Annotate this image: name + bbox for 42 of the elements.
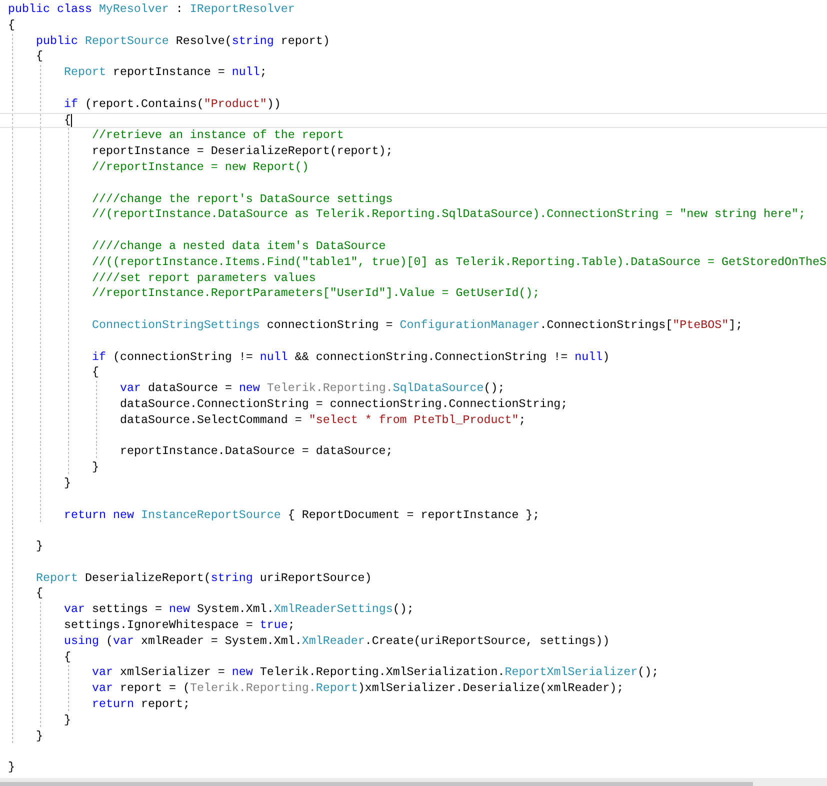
code-line: var dataSource = new Telerik.Reporting.SqlDataSource(); <box>120 381 505 397</box>
horizontal-scrollbar[interactable] <box>0 778 827 786</box>
code-line: var report = (Telerik.Reporting.Report)xmlSerializer.Deserialize(xmlReader); <box>92 681 624 698</box>
code-line: var xmlSerializer = new Telerik.Reporting.XmlSerialization.ReportXmlSerializer(); <box>92 665 659 682</box>
code-line: dataSource.SelectCommand = "select * from PteTbl_Product"; <box>120 412 526 429</box>
code-line: { <box>8 18 15 34</box>
code-comment: ////change the report's DataSource settings <box>92 192 393 208</box>
code-line: dataSource.ConnectionString = connectionString.ConnectionString; <box>120 396 568 413</box>
code-line: } <box>36 539 43 555</box>
code-line: { <box>92 365 99 382</box>
code-line: if (report.Contains("Product")) <box>64 96 281 113</box>
code-comment: //reportInstance = new Report() <box>92 160 309 176</box>
code-line: } <box>92 460 99 476</box>
code-line: return report; <box>92 697 190 713</box>
code-comment: ////set report parameters values <box>92 270 316 286</box>
code-line: using (var xmlReader = System.Xml.XmlReader.Create(uriReportSource, settings)) <box>64 634 610 650</box>
scrollbar-thumb[interactable] <box>0 782 753 786</box>
code-line: { <box>64 650 71 666</box>
code-line: } <box>8 760 15 776</box>
code-comment: ////change a nested data item's DataSource <box>92 238 386 255</box>
code-comment: //((reportInstance.Items.Find("table1", true)[0] as Telerik.Reporting.Table).DataSource = GetStoredOnTheS <box>92 254 826 271</box>
code-line: reportInstance = DeserializeReport(report); <box>92 144 393 160</box>
code-line: public ReportSource Resolve(string report) <box>36 34 330 50</box>
code-line: Report reportInstance = null; <box>64 65 267 81</box>
code-line: public class MyResolver : IReportResolver <box>8 2 295 18</box>
code-line: { <box>64 112 71 128</box>
text-cursor <box>71 114 72 127</box>
code-line: { <box>36 49 43 66</box>
code-line: return new InstanceReportSource { ReportDocument = reportInstance }; <box>64 508 540 524</box>
code-line: } <box>64 476 71 492</box>
code-line: { <box>36 586 43 602</box>
code-line: var settings = new System.Xml.XmlReaderSettings(); <box>64 602 414 618</box>
code-line: } <box>64 712 71 729</box>
code-line: if (connectionString != null && connectionString.ConnectionString != null) <box>92 350 610 366</box>
code-line: ConnectionStringSettings connectionString = ConfigurationManager.ConnectionStrings["PteBOS"]; <box>92 318 743 334</box>
code-line: Report DeserializeReport(string uriReportSource) <box>36 570 372 586</box>
code-line: settings.IgnoreWhitespace = true; <box>64 618 295 634</box>
code-line: reportInstance.DataSource = dataSource; <box>120 444 393 460</box>
code-comment: //reportInstance.ReportParameters["UserId"].Value = GetUserId(); <box>92 286 540 302</box>
code-line: } <box>36 728 43 744</box>
code-comment: //retrieve an instance of the report <box>92 128 344 144</box>
code-comment: //(reportInstance.DataSource as Telerik.Reporting.SqlDataSource).ConnectionString = "new string here"; <box>92 207 806 224</box>
